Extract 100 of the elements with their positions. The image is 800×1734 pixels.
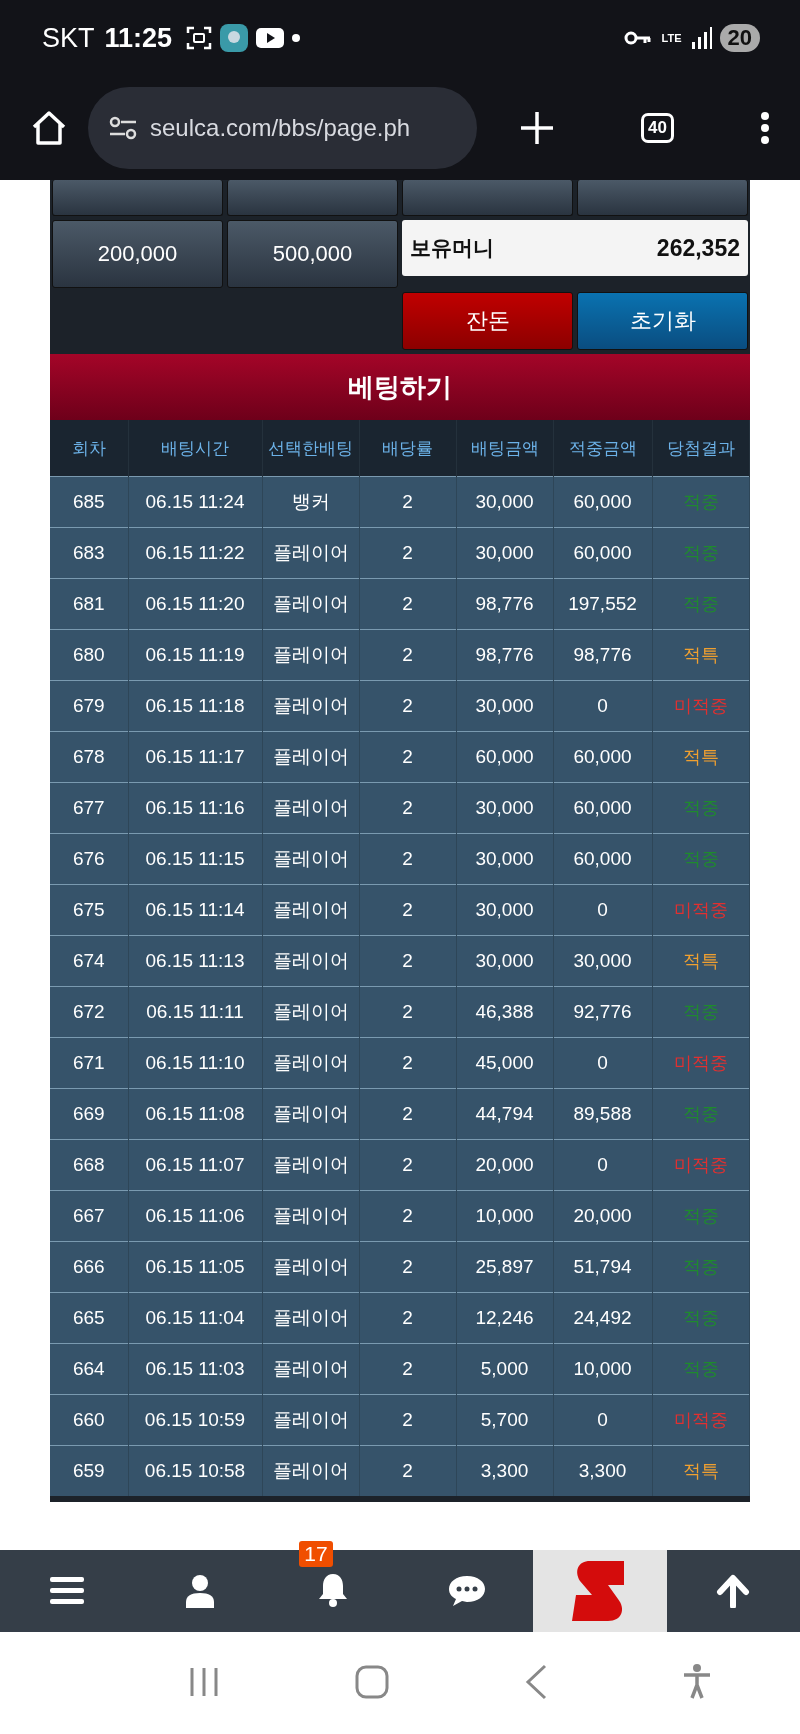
result-cell: 적중	[652, 986, 750, 1038]
table-cell: 683	[50, 527, 128, 579]
result-cell: 미적중	[652, 1037, 750, 1089]
table-cell: 플레이어	[262, 935, 359, 987]
amount-chip[interactable]	[577, 180, 748, 216]
battery-level: 20	[719, 24, 760, 52]
bet-banner[interactable]: 베팅하기	[50, 354, 750, 420]
tab-count[interactable]: 40	[641, 113, 674, 143]
screenshot-icon	[186, 26, 213, 50]
table-cell: 06.15 11:08	[128, 1088, 262, 1140]
column-header: 회차	[50, 420, 128, 477]
site-settings-icon[interactable]	[108, 116, 138, 140]
table-cell: 20,000	[553, 1190, 652, 1242]
result-cell: 적중	[652, 527, 750, 579]
result-cell: 적특	[652, 629, 750, 681]
table-cell: 2	[359, 578, 456, 630]
table-cell: 51,794	[553, 1241, 652, 1293]
table-cell: 46,388	[456, 986, 553, 1038]
table-cell: 2	[359, 1037, 456, 1089]
home-button-icon[interactable]	[355, 1665, 390, 1699]
result-cell: 적중	[652, 1343, 750, 1395]
table-cell: 3,300	[553, 1445, 652, 1496]
table-cell: 10,000	[553, 1343, 652, 1395]
table-cell: 667	[50, 1190, 128, 1242]
more-menu-icon[interactable]	[760, 111, 770, 145]
address-bar[interactable]: seulca.com/bbs/page.ph	[88, 87, 477, 169]
table-cell: 0	[553, 884, 652, 936]
new-tab-icon[interactable]	[519, 110, 555, 146]
table-cell: 뱅커	[262, 476, 359, 528]
table-cell: 669	[50, 1088, 128, 1140]
table-cell: 06.15 11:17	[128, 731, 262, 783]
amount-chip[interactable]	[402, 180, 573, 216]
table-cell: 12,246	[456, 1292, 553, 1344]
table-cell: 플레이어	[262, 527, 359, 579]
table-cell: 06.15 11:16	[128, 782, 262, 834]
table-cell: 30,000	[456, 935, 553, 987]
reset-button[interactable]: 초기화	[577, 292, 748, 350]
table-cell: 677	[50, 782, 128, 834]
person-icon[interactable]	[185, 1574, 215, 1608]
table-cell: 플레이어	[262, 1190, 359, 1242]
amount-chip[interactable]: 200,000	[52, 220, 223, 288]
table-cell: 06.15 11:24	[128, 476, 262, 528]
table-cell: 659	[50, 1445, 128, 1496]
column-header: 당첨결과	[652, 420, 750, 477]
table-cell: 674	[50, 935, 128, 987]
dot-icon	[292, 34, 301, 42]
table-cell: 0	[553, 1394, 652, 1446]
table-cell: 06.15 11:07	[128, 1139, 262, 1191]
column-header: 선택한배팅	[262, 420, 359, 477]
table-cell: 2	[359, 629, 456, 681]
table-cell: 06.15 11:11	[128, 986, 262, 1038]
url-text: seulca.com/bbs/page.ph	[150, 114, 411, 142]
table-cell: 2	[359, 476, 456, 528]
table-cell: 0	[553, 680, 652, 732]
home-icon[interactable]	[30, 109, 68, 147]
chat-icon[interactable]	[446, 1574, 487, 1608]
table-cell: 06.15 11:13	[128, 935, 262, 987]
table-cell: 671	[50, 1037, 128, 1089]
amount-chip[interactable]	[52, 180, 223, 216]
accessibility-icon[interactable]	[682, 1664, 713, 1700]
change-button[interactable]: 잔돈	[402, 292, 573, 350]
table-cell: 98,776	[456, 578, 553, 630]
back-icon[interactable]	[524, 1664, 547, 1700]
app-icon	[220, 24, 249, 52]
table-cell: 플레이어	[262, 1241, 359, 1293]
clock-time: 11:25	[104, 22, 173, 54]
table-cell: 06.15 11:19	[128, 629, 262, 681]
result-cell: 적중	[652, 1088, 750, 1140]
amount-chip[interactable]	[227, 180, 398, 216]
result-cell: 미적중	[652, 1394, 750, 1446]
column-header: 적중금액	[553, 420, 652, 477]
table-cell: 678	[50, 731, 128, 783]
table-cell: 25,897	[456, 1241, 553, 1293]
result-cell: 적특	[652, 1445, 750, 1496]
table-cell: 2	[359, 527, 456, 579]
table-cell: 30,000	[456, 833, 553, 885]
table-cell: 플레이어	[262, 884, 359, 936]
carrier-label: SKT	[42, 22, 95, 54]
amount-chip[interactable]: 500,000	[227, 220, 398, 288]
table-cell: 플레이어	[262, 782, 359, 834]
table-cell: 06.15 11:15	[128, 833, 262, 885]
table-cell: 680	[50, 629, 128, 681]
menu-icon[interactable]	[49, 1577, 84, 1605]
table-cell: 2	[359, 1088, 456, 1140]
table-cell: 681	[50, 578, 128, 630]
table-cell: 플레이어	[262, 578, 359, 630]
table-cell: 플레이어	[262, 680, 359, 732]
result-cell: 적중	[652, 833, 750, 885]
table-cell: 플레이어	[262, 1445, 359, 1496]
table-cell: 2	[359, 1445, 456, 1496]
column-header: 배팅시간	[128, 420, 262, 477]
result-cell: 미적중	[652, 884, 750, 936]
table-cell: 2	[359, 731, 456, 783]
table-cell: 플레이어	[262, 1037, 359, 1089]
balance-display: 보유머니 262,352	[402, 220, 748, 276]
table-cell: 685	[50, 476, 128, 528]
table-cell: 2	[359, 1292, 456, 1344]
table-cell: 플레이어	[262, 1139, 359, 1191]
scroll-top-icon[interactable]	[716, 1574, 751, 1608]
table-cell: 06.15 11:18	[128, 680, 262, 732]
